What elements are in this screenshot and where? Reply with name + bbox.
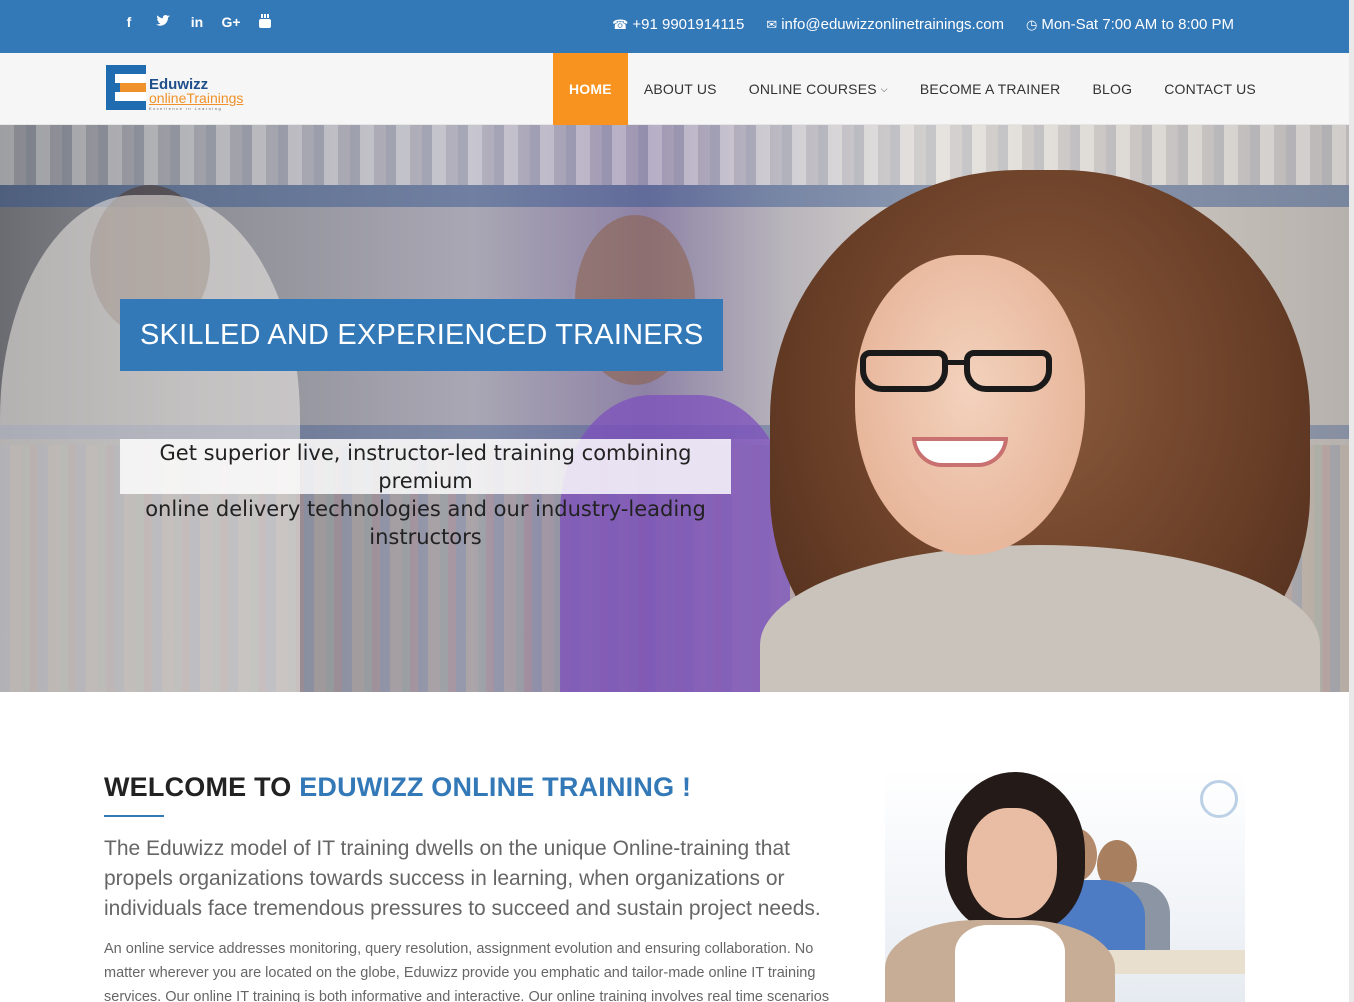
glasses-lens-right	[964, 350, 1052, 392]
nav-about-us[interactable]: ABOUT US	[628, 53, 733, 125]
main-navbar: Eduwizz onlineTrainings Excellence in Le…	[0, 53, 1349, 125]
nav-online-courses-label: ONLINE COURSES	[748, 81, 877, 97]
hero-title: SKILLED AND EXPERIENCED TRAINERS	[120, 299, 724, 371]
youtube-icon[interactable]	[248, 14, 282, 31]
hero-subtitle-line-2: online delivery technologies and our ind…	[145, 497, 706, 549]
welcome-title: WELCOME TO EDUWIZZ ONLINE TRAINING !	[104, 772, 844, 803]
main-menu: HOME ABOUT US ONLINE COURSES ⌵ BECOME A T…	[553, 53, 1272, 125]
email-address: info@eduwizzonlinetrainings.com	[781, 16, 1005, 33]
nav-home[interactable]: HOME	[553, 53, 628, 125]
welcome-title-brand: EDUWIZZ ONLINE TRAINING !	[299, 772, 692, 802]
facebook-icon[interactable]: f	[112, 14, 146, 31]
classroom-desk	[1105, 950, 1245, 974]
hero-student-smile	[912, 437, 1008, 467]
classroom-image	[885, 770, 1245, 1002]
welcome-body-paragraph: An online service addresses monitoring, …	[104, 941, 830, 1002]
logo-mark-bar-bottom	[115, 92, 146, 101]
welcome-lead-paragraph: The Eduwizz model of IT training dwells …	[104, 837, 821, 920]
top-contact-bar: f in G+ ☎ +91 9901914115 ✉ info@eduwizzo…	[0, 0, 1349, 53]
nav-become-a-trainer[interactable]: BECOME A TRAINER	[904, 53, 1077, 125]
glasses-lens-left	[860, 350, 948, 392]
logo-text-secondary: onlineTrainings	[149, 90, 244, 106]
envelope-icon: ✉	[766, 16, 778, 32]
email-info[interactable]: ✉ info@eduwizzonlinetrainings.com	[766, 16, 1004, 33]
linkedin-icon[interactable]: in	[180, 14, 214, 31]
hero-subtitle: Get superior live, instructor-led traini…	[120, 439, 731, 549]
hero-student-glasses	[860, 350, 1055, 395]
welcome-section: WELCOME TO EDUWIZZ ONLINE TRAINING ! The…	[104, 772, 844, 1002]
social-links: f in G+	[112, 14, 282, 31]
hero-bookshelf-top	[0, 125, 1349, 185]
glasses-bridge	[946, 360, 966, 365]
phone-icon: ☎	[612, 16, 629, 32]
logo-tagline: Excellence in Learning	[149, 106, 223, 111]
clock-icon: ◷	[1026, 16, 1038, 32]
wall-clock-icon	[1200, 780, 1238, 818]
nav-online-courses[interactable]: ONLINE COURSES ⌵	[733, 53, 904, 125]
nav-contact-us[interactable]: CONTACT US	[1148, 53, 1272, 125]
logo-mark-bar-mid	[120, 83, 146, 92]
title-underline	[104, 815, 164, 817]
phone-number: +91 9901914115	[632, 16, 745, 33]
page-scrollbar[interactable]	[1349, 0, 1354, 1002]
welcome-title-prefix: WELCOME TO	[104, 772, 292, 802]
logo-mark-bar-top	[115, 74, 146, 83]
student-1-face	[967, 808, 1057, 918]
student-1-shirt	[955, 925, 1065, 1002]
phone-info[interactable]: ☎ +91 9901914115	[612, 16, 744, 33]
hero-banner: SKILLED AND EXPERIENCED TRAINERS Get sup…	[0, 125, 1349, 692]
contact-info: ☎ +91 9901914115 ✉ info@eduwizzonlinetra…	[612, 16, 1234, 33]
business-hours: Mon-Sat 7:00 AM to 8:00 PM	[1041, 16, 1234, 33]
hours-info: ◷ Mon-Sat 7:00 AM to 8:00 PM	[1026, 16, 1234, 33]
hero-subtitle-line-1: Get superior live, instructor-led traini…	[159, 441, 692, 493]
chevron-down-icon: ⌵	[880, 83, 888, 94]
twitter-icon[interactable]	[146, 14, 180, 31]
hero-student-face	[855, 255, 1085, 555]
google-plus-icon[interactable]: G+	[214, 14, 248, 31]
nav-blog[interactable]: BLOG	[1076, 53, 1148, 125]
site-logo[interactable]: Eduwizz onlineTrainings Excellence in Le…	[106, 65, 256, 113]
